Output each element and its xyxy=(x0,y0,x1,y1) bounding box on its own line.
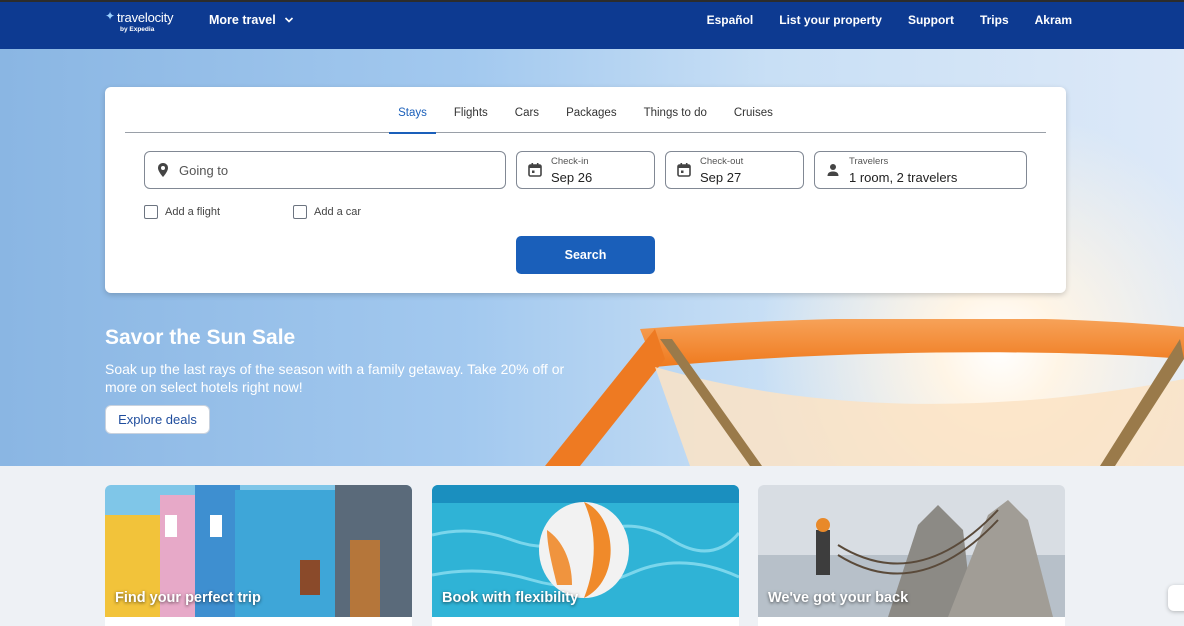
checkbox-box[interactable] xyxy=(293,205,307,219)
checkout-value: Sep 27 xyxy=(700,170,742,185)
calendar-icon xyxy=(528,163,542,177)
travelocity-logo[interactable]: ✦ travelocity by Expedia xyxy=(105,8,185,42)
search-button[interactable]: Search xyxy=(516,236,655,274)
top-nav-bar: ✦ travelocity by Expedia More travel Esp… xyxy=(0,0,1184,49)
add-car-checkbox[interactable]: Add a car xyxy=(293,205,361,219)
list-property-link[interactable]: List your property xyxy=(779,13,882,27)
add-car-label: Add a car xyxy=(314,206,362,218)
location-pin-icon xyxy=(158,163,168,177)
beach-umbrella-illustration xyxy=(545,319,1184,466)
promo-card-find-trip[interactable]: Find your perfect trip xyxy=(105,485,412,626)
explore-deals-button[interactable]: Explore deals xyxy=(105,405,210,434)
support-link[interactable]: Support xyxy=(908,13,954,27)
hero-title: Savor the Sun Sale xyxy=(105,326,296,349)
more-travel-menu[interactable]: More travel xyxy=(209,13,294,27)
trips-link[interactable]: Trips xyxy=(980,13,1009,27)
tab-flights[interactable]: Flights xyxy=(453,107,489,133)
header-links: Español List your property Support Trips… xyxy=(707,13,1072,27)
more-travel-label: More travel xyxy=(209,13,276,27)
checkout-label: Check-out xyxy=(700,156,744,167)
checkin-value: Sep 26 xyxy=(551,170,593,185)
add-flight-checkbox[interactable]: Add a flight xyxy=(144,205,220,219)
promo-label: Find your perfect trip xyxy=(115,590,261,606)
destination-placeholder: Going to xyxy=(179,163,229,178)
account-link[interactable]: Akram xyxy=(1035,13,1072,27)
chevron-down-icon xyxy=(284,17,293,23)
hero-subtitle: Soak up the last rays of the season with… xyxy=(105,361,565,395)
card-footer xyxy=(105,617,412,626)
travelers-field[interactable]: Travelers 1 room, 2 travelers xyxy=(814,151,1027,189)
checkin-label: Check-in xyxy=(551,156,589,167)
logo-star-icon: ✦ xyxy=(105,9,116,23)
checkbox-box[interactable] xyxy=(144,205,158,219)
promo-label: We've got your back xyxy=(768,590,909,606)
promo-card-got-your-back[interactable]: We've got your back xyxy=(758,485,1065,626)
promo-card-flexibility[interactable]: Book with flexibility xyxy=(432,485,739,626)
language-link[interactable]: Español xyxy=(707,13,754,27)
checkout-field[interactable]: Check-out Sep 27 xyxy=(665,151,804,189)
person-icon xyxy=(827,164,839,176)
tab-things-to-do[interactable]: Things to do xyxy=(643,107,708,133)
chat-button[interactable] xyxy=(1168,585,1184,611)
promo-label: Book with flexibility xyxy=(442,590,579,606)
add-flight-label: Add a flight xyxy=(165,206,221,218)
tab-packages[interactable]: Packages xyxy=(565,107,618,133)
logo-byline: by Expedia xyxy=(120,26,155,33)
checkin-field[interactable]: Check-in Sep 26 xyxy=(516,151,655,189)
tab-cruises[interactable]: Cruises xyxy=(733,107,774,133)
search-card: Stays Flights Cars Packages Things to do… xyxy=(105,87,1066,293)
calendar-icon xyxy=(677,163,691,177)
card-footer xyxy=(432,617,739,626)
travelers-label: Travelers xyxy=(849,156,889,167)
tab-stays[interactable]: Stays xyxy=(389,107,436,134)
travelers-value: 1 room, 2 travelers xyxy=(849,170,958,185)
search-tabs: Stays Flights Cars Packages Things to do… xyxy=(125,107,1046,134)
logo-wordmark: travelocity xyxy=(117,10,174,25)
tab-cars[interactable]: Cars xyxy=(514,107,540,133)
card-footer xyxy=(758,617,1065,626)
destination-input[interactable]: Going to xyxy=(144,151,506,189)
